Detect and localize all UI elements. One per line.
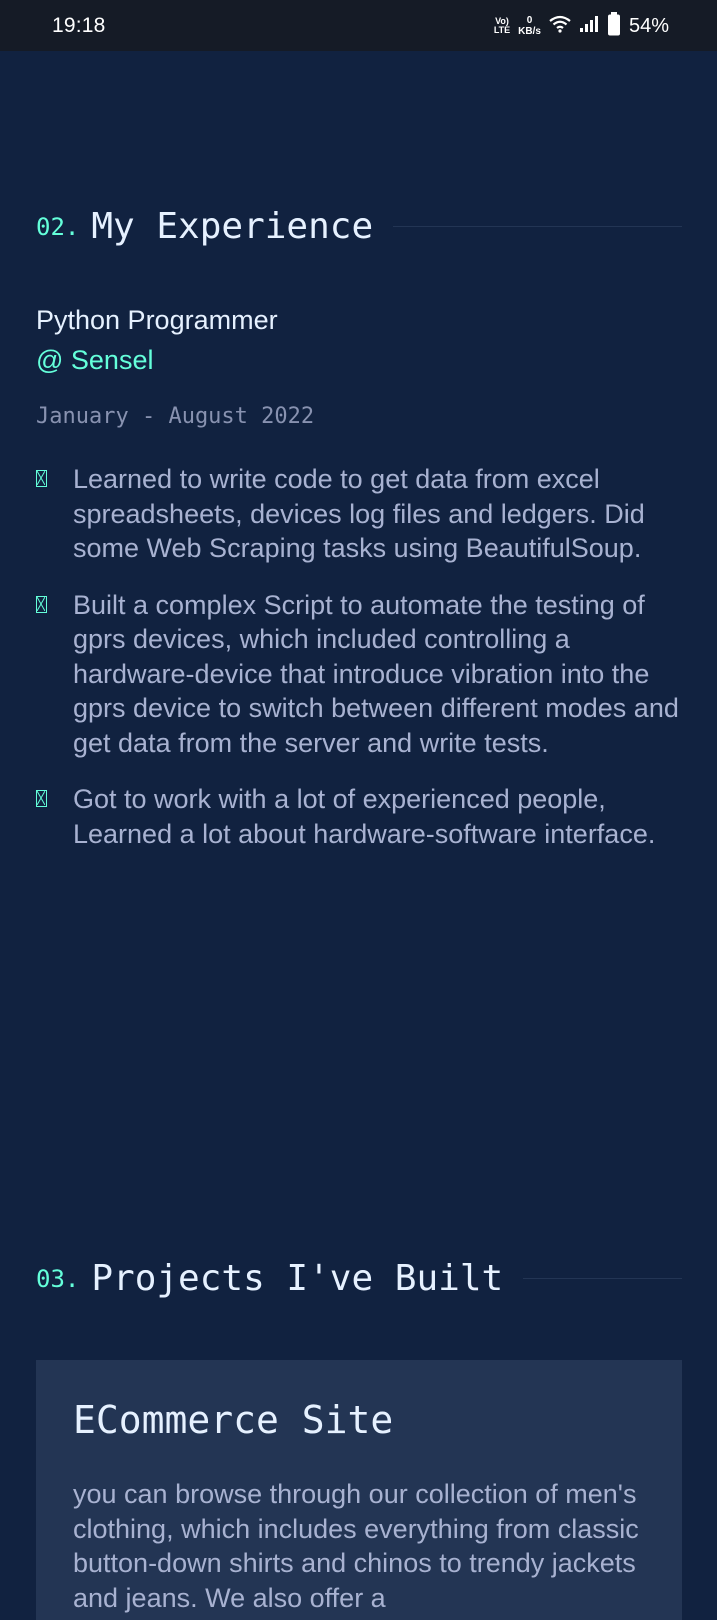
project-title[interactable]: ECommerce Site (73, 1398, 393, 1442)
projects-section-title: Projects I've Built (91, 1258, 504, 1299)
project-description: you can browse through our collection of… (73, 1479, 639, 1613)
experience-heading: 02. My Experience (36, 206, 682, 247)
volte-indicator: Vo) LTE (494, 17, 510, 35)
experience-bullet-text: Built a complex Script to automate the t… (73, 589, 679, 758)
experience-bullet: Got to work with a lot of experienced pe… (36, 782, 686, 851)
volte-bottom: LTE (493, 25, 511, 35)
experience-section-title: My Experience (91, 206, 374, 247)
status-bar: 19:18 Vo) LTE 0 KB/s 54% (0, 0, 717, 51)
job-company-link[interactable]: @ Sensel (36, 345, 153, 376)
projects-section-number: 03. (36, 1264, 80, 1293)
battery-icon (607, 11, 621, 41)
experience-bullet-text: Learned to write code to get data from e… (73, 464, 645, 563)
network-speed: 0 KB/s (518, 15, 541, 37)
bullet-marker-icon (36, 790, 47, 807)
network-speed-value: 0 (526, 15, 533, 26)
job-dates: January - August 2022 (36, 404, 315, 429)
signal-icon (579, 15, 599, 38)
job-title: Python Programmer (36, 305, 278, 335)
status-time: 19:18 (52, 14, 106, 37)
experience-heading-divider (393, 226, 682, 227)
battery-percentage: 54% (628, 14, 669, 37)
experience-bullet-text: Got to work with a lot of experienced pe… (73, 784, 656, 849)
projects-heading: 03. Projects I've Built (36, 1258, 682, 1299)
status-icons: Vo) LTE 0 KB/s 54% (494, 11, 669, 41)
bullet-marker-icon (36, 470, 47, 487)
project-card[interactable]: ECommerce Site you can browse through ou… (36, 1360, 682, 1620)
experience-bullet: Learned to write code to get data from e… (36, 462, 686, 566)
experience-bullet-list: Learned to write code to get data from e… (36, 462, 686, 873)
experience-section-number: 02. (36, 212, 80, 241)
experience-bullet: Built a complex Script to automate the t… (36, 588, 686, 761)
bullet-marker-icon (36, 595, 47, 613)
wifi-icon (549, 15, 571, 38)
network-speed-unit: KB/s (518, 26, 541, 37)
projects-heading-divider (523, 1278, 682, 1279)
